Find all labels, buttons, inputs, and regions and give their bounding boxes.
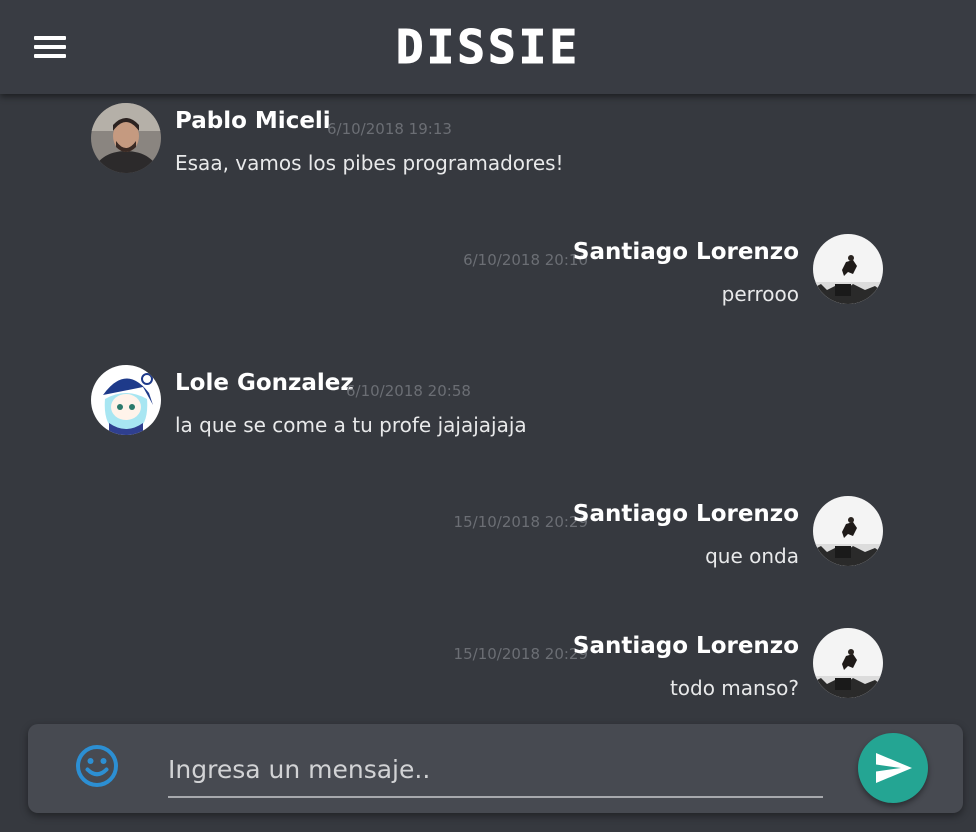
message-author[interactable]: Santiago Lorenzo [573, 633, 799, 659]
chat-app: DISSIE Pablo Miceli 6/10/2018 19:13 Esaa… [0, 0, 976, 832]
message-text: Esaa, vamos los pibes programadores! [175, 151, 564, 175]
message-item: 15/10/2018 20:29 Santiago Lorenzo todo m… [0, 628, 976, 708]
message-input[interactable] [168, 742, 823, 798]
message-timestamp: 15/10/2018 20:29 [453, 513, 588, 531]
app-header: DISSIE [0, 0, 976, 94]
send-icon [876, 753, 912, 783]
message-author[interactable]: Pablo Miceli [175, 108, 331, 134]
message-text: que onda [705, 544, 799, 568]
avatar[interactable] [91, 365, 161, 435]
avatar[interactable] [813, 496, 883, 566]
message-timestamp: 6/10/2018 19:13 [327, 120, 452, 138]
message-timestamp: 15/10/2018 20:29 [453, 645, 588, 663]
message-composer [28, 724, 963, 813]
message-author[interactable]: Lole Gonzalez [175, 370, 354, 396]
message-text: la que se come a tu profe jajajajaja [175, 413, 527, 437]
avatar[interactable] [813, 234, 883, 304]
avatar[interactable] [813, 628, 883, 698]
message-text: todo manso? [669, 676, 799, 700]
message-item: Lole Gonzalez 6/10/2018 20:58 la que se … [0, 365, 976, 445]
app-logo: DISSIE [395, 20, 581, 75]
message-item: Pablo Miceli 6/10/2018 19:13 Esaa, vamos… [0, 103, 976, 183]
send-button[interactable] [858, 733, 928, 803]
message-text: perrooo [721, 282, 799, 306]
message-item: 15/10/2018 20:29 Santiago Lorenzo que on… [0, 496, 976, 576]
message-item: 6/10/2018 20:10 Santiago Lorenzo perrooo [0, 234, 976, 314]
message-timestamp: 6/10/2018 20:58 [346, 382, 471, 400]
message-author[interactable]: Santiago Lorenzo [573, 239, 799, 265]
message-author[interactable]: Santiago Lorenzo [573, 501, 799, 527]
message-timestamp: 6/10/2018 20:10 [463, 251, 588, 269]
emoji-icon[interactable] [75, 744, 119, 788]
avatar[interactable] [91, 103, 161, 173]
